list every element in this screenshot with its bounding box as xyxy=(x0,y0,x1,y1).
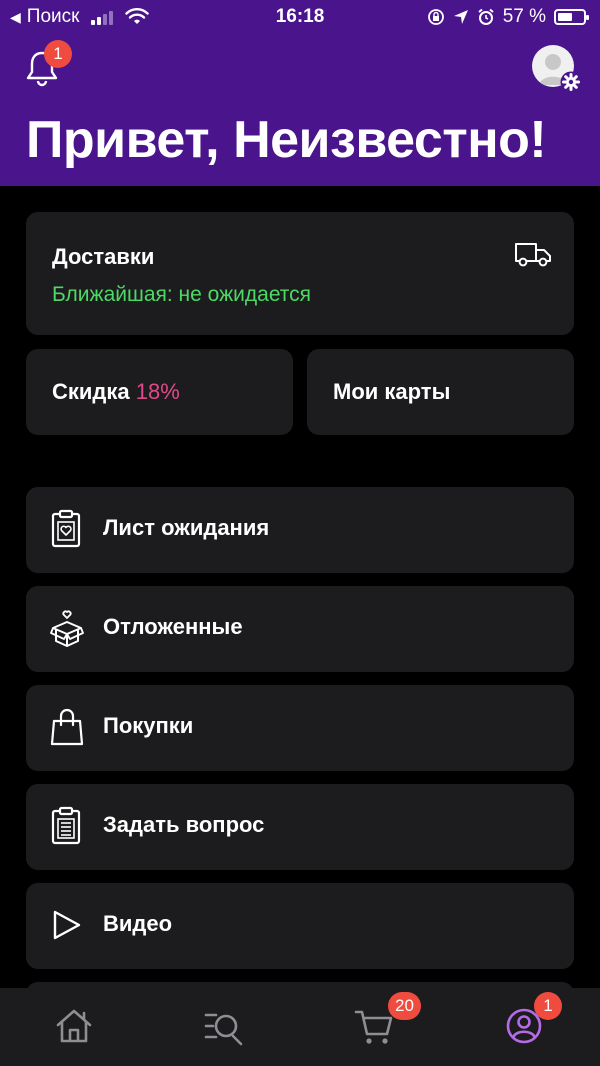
home-icon xyxy=(56,1009,92,1043)
play-icon xyxy=(53,910,81,940)
menu-item-waitlist[interactable]: Лист ожидания xyxy=(26,487,574,573)
nav-home[interactable] xyxy=(54,1006,98,1050)
location-arrow-icon xyxy=(453,10,468,24)
profile-badge: 1 xyxy=(534,992,562,1020)
clipboard-list-icon xyxy=(51,806,81,845)
menu-item-ask-question[interactable]: Задать вопрос xyxy=(26,784,574,870)
clipboard-heart-icon xyxy=(51,509,81,548)
cart-badge: 20 xyxy=(388,992,421,1020)
gear-icon xyxy=(560,71,582,93)
menu-item-video[interactable]: Видео xyxy=(26,883,574,969)
menu-item-label: Видео xyxy=(103,911,173,936)
deliveries-card[interactable]: Доставки Ближайшая: не ожидается xyxy=(26,212,574,335)
discount-title: Скидка 18% xyxy=(52,379,180,405)
discount-label: Скидка xyxy=(52,379,130,404)
alarm-icon xyxy=(478,8,494,25)
greeting-title: Привет, Неизвестно! xyxy=(26,111,547,169)
battery-fill xyxy=(558,13,572,21)
battery-icon xyxy=(554,9,589,25)
menu-item-label: Отложенные xyxy=(103,614,243,639)
truck-icon xyxy=(515,243,551,267)
menu-item-purchases[interactable]: Покупки xyxy=(26,685,574,771)
deliveries-subtitle: Ближайшая: не ожидается xyxy=(52,283,312,306)
menu-item-deferred[interactable]: Отложенные xyxy=(26,586,574,672)
discount-card[interactable]: Скидка 18% xyxy=(26,349,293,435)
menu-item-label: Покупки xyxy=(103,713,194,738)
deliveries-title: Доставки xyxy=(52,244,155,269)
status-bar: ◀ Поиск 16:18 57 % xyxy=(0,0,600,34)
catalog-search-icon xyxy=(204,1013,243,1046)
notifications-button[interactable]: 1 xyxy=(22,40,72,88)
app-root: ◀ Поиск 16:18 57 % 1 Привет, Неизвестно!… xyxy=(0,0,600,1066)
my-cards-button[interactable]: Мои карты xyxy=(307,349,574,435)
orientation-lock-icon xyxy=(427,9,444,25)
header: ◀ Поиск 16:18 57 % 1 Привет, Неизвестно! xyxy=(0,0,600,186)
nav-cart[interactable]: 20 xyxy=(354,992,421,1050)
nav-catalog-search[interactable] xyxy=(204,1006,248,1050)
bottom-nav: 20 1 xyxy=(0,988,600,1066)
menu-item-label: Лист ожидания xyxy=(103,515,270,540)
profile-settings-button[interactable] xyxy=(532,45,582,93)
menu-item-label: Задать вопрос xyxy=(103,812,265,837)
battery-percent: 57 % xyxy=(502,6,546,27)
gift-box-icon xyxy=(50,610,84,647)
my-cards-label: Мои карты xyxy=(333,379,451,404)
cart-icon xyxy=(354,1010,393,1044)
status-right: 57 % xyxy=(427,6,589,28)
shopping-bag-icon xyxy=(50,708,84,746)
discount-value: 18% xyxy=(135,379,180,404)
nav-profile[interactable]: 1 xyxy=(504,992,562,1050)
notification-badge: 1 xyxy=(44,40,72,68)
